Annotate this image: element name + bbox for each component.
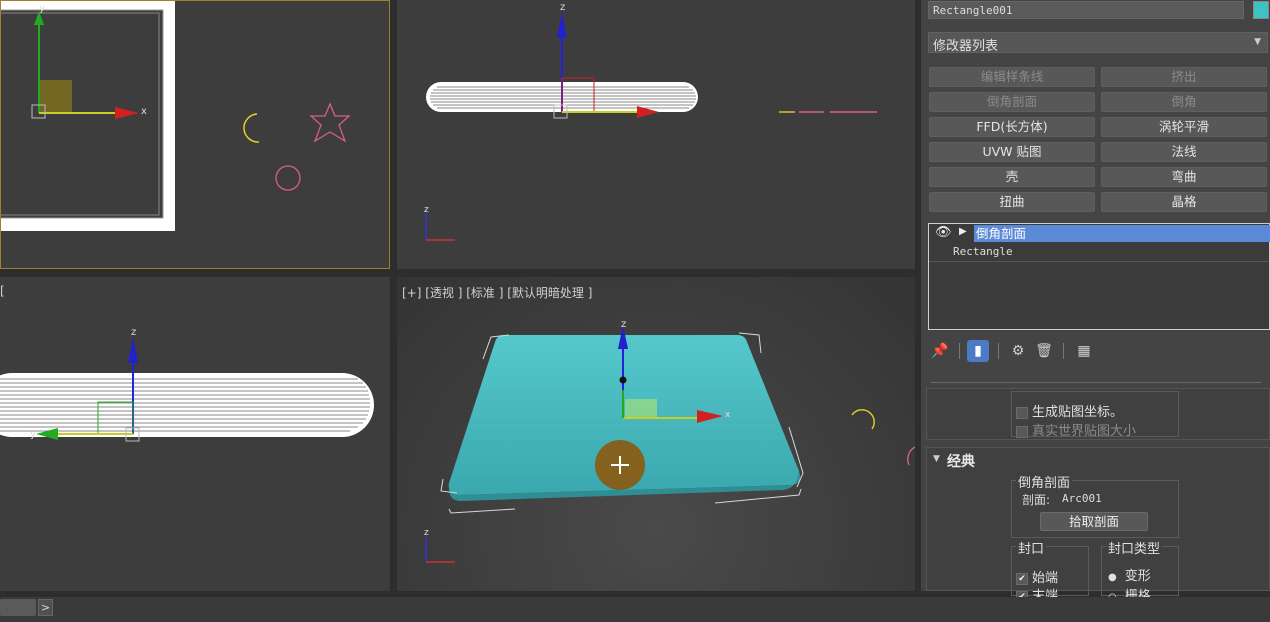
viewport-front[interactable]: z z — [397, 0, 915, 269]
object-name-field[interactable]: Rectangle001 — [928, 1, 1244, 19]
stack-item-selected-label: 倒角剖面 — [974, 225, 1270, 242]
cap-type-morph-label: 变形 — [1124, 569, 1151, 584]
bevel-profile-group-title: 倒角剖面 — [1016, 472, 1073, 491]
viewport-top-canvas: x y — [1, 1, 351, 231]
mapping-group: 生成贴图坐标。 真实世界贴图大小 — [1011, 391, 1179, 439]
modifier-button-turbosmooth[interactable]: 涡轮平滑 — [1101, 117, 1267, 137]
checkbox-icon — [1016, 406, 1028, 419]
viewport-left-canvas: z y — [0, 327, 374, 442]
svg-text:z: z — [621, 319, 626, 330]
cap-start-label: 始端 — [1032, 571, 1059, 586]
real-world-map-size-label: 真实世界贴图大小 — [1032, 424, 1137, 439]
svg-text:y: y — [30, 429, 36, 440]
stack-item-base[interactable]: Rectangle — [953, 245, 1013, 258]
mapping-rollout: 生成贴图坐标。 真实世界贴图大小 — [926, 388, 1270, 440]
rollout-collapse-icon[interactable]: ▼ — [933, 454, 940, 464]
modifier-stack[interactable]: 👁 ▶ 倒角剖面 Rectangle — [928, 223, 1270, 330]
cap-group: 封口 ✔始端 ✔末端 — [1011, 538, 1089, 604]
modifier-button-twist[interactable]: 扭曲 — [929, 192, 1095, 212]
command-panel: Rectangle001 修改器列表 ▼ 编辑样条线 挤出 倒角剖面 倒角 FF… — [921, 0, 1270, 604]
show-end-result-icon[interactable]: ▮ — [967, 340, 989, 362]
profile-value: Arc001 — [1062, 492, 1102, 505]
classic-rollout: ▼ 经典 倒角剖面 剖面: Arc001 拾取剖面 封口 ✔始端 ✔末端 封口类… — [926, 447, 1270, 604]
toolbar-divider — [998, 343, 999, 359]
bevel-profile-group: 倒角剖面 剖面: Arc001 拾取剖面 — [1011, 472, 1179, 538]
gen-mapping-coords-checkbox[interactable]: 生成贴图坐标。 — [1016, 401, 1123, 420]
expand-arrow-icon[interactable]: ▶ — [959, 226, 967, 237]
rollout-scroll-divider — [931, 382, 1261, 383]
viewport-front-canvas: z z — [424, 2, 877, 241]
eye-icon[interactable]: 👁 — [935, 225, 952, 240]
axis-x-label: x — [141, 106, 147, 117]
svg-text:z: z — [131, 327, 136, 338]
modifier-button-shell[interactable]: 壳 — [929, 167, 1095, 187]
classic-rollout-title[interactable]: 经典 — [947, 451, 975, 471]
cap-type-group-title: 封口类型 — [1106, 538, 1163, 557]
modifier-button-ffd-box[interactable]: FFD(长方体) — [929, 117, 1095, 137]
cap-type-group: 封口类型 ●变形 ○栅格 — [1101, 538, 1179, 604]
arc-shape — [243, 113, 260, 143]
cap-group-title: 封口 — [1016, 538, 1047, 557]
make-unique-icon[interactable]: ⚙ — [1007, 340, 1029, 362]
checkmark-icon: ✔ — [1016, 572, 1028, 585]
toolbar-divider — [959, 343, 960, 359]
stack-item-selected[interactable]: 👁 ▶ 倒角剖面 — [929, 224, 1270, 242]
modifier-list-label: 修改器列表 — [933, 39, 999, 54]
viewport-perspective[interactable]: [+] [透视 ] [标准 ] [默认明暗处理 ] z x z — [397, 277, 915, 591]
viewport-left[interactable]: [ z y — [0, 277, 390, 591]
modifier-button-edit-spline[interactable]: 编辑样条线 — [929, 67, 1095, 87]
configure-sets-icon[interactable]: ▦ — [1073, 340, 1095, 362]
modifier-button-bevel[interactable]: 倒角 — [1101, 92, 1267, 112]
modifier-button-bend[interactable]: 弯曲 — [1101, 167, 1267, 187]
chevron-right-icon[interactable]: > — [38, 599, 53, 616]
radio-selected-icon: ● — [1108, 572, 1117, 583]
status-bar: > — [0, 597, 1270, 622]
modifier-button-extrude[interactable]: 挤出 — [1101, 67, 1267, 87]
modifier-button-normal[interactable]: 法线 — [1101, 142, 1267, 162]
object-color-swatch[interactable] — [1253, 1, 1269, 19]
viewport-perspective-canvas: z x z — [424, 319, 915, 563]
axis-z-arrow — [557, 12, 567, 38]
svg-text:z: z — [560, 2, 565, 13]
checkbox-icon — [1016, 425, 1028, 438]
cap-start-checkbox[interactable]: ✔ 始端 — [1016, 567, 1058, 586]
time-slider[interactable] — [0, 599, 36, 616]
profile-label: 剖面: — [1022, 493, 1051, 507]
pin-stack-icon[interactable]: 📌 — [929, 340, 951, 362]
svg-text:z: z — [424, 528, 429, 538]
cap-type-morph-radio[interactable]: ● 变形 — [1108, 565, 1151, 584]
modifier-list-dropdown[interactable]: 修改器列表 ▼ — [928, 32, 1268, 54]
chevron-down-icon: ▼ — [1254, 37, 1261, 47]
pick-profile-button[interactable]: 拾取剖面 — [1040, 512, 1148, 531]
toolbar-divider — [1063, 343, 1064, 359]
modifier-button-uvw-map[interactable]: UVW 贴图 — [929, 142, 1095, 162]
modifier-button-lattice[interactable]: 晶格 — [1101, 192, 1267, 212]
modifier-button-bevel-profile[interactable]: 倒角剖面 — [929, 92, 1095, 112]
circle-shape — [275, 165, 301, 191]
viewport-top[interactable]: x y — [0, 0, 390, 269]
trash-icon[interactable]: 🗑 — [1033, 340, 1055, 362]
star-shape — [309, 102, 351, 143]
gizmo-plane — [39, 80, 72, 113]
svg-text:z: z — [424, 205, 429, 215]
svg-text:x: x — [725, 410, 731, 420]
gen-mapping-coords-label: 生成贴图坐标。 — [1032, 405, 1124, 420]
stack-divider — [929, 261, 1269, 262]
svg-text:y: y — [39, 3, 45, 14]
real-world-map-size-checkbox[interactable]: 真实世界贴图大小 — [1016, 420, 1136, 439]
